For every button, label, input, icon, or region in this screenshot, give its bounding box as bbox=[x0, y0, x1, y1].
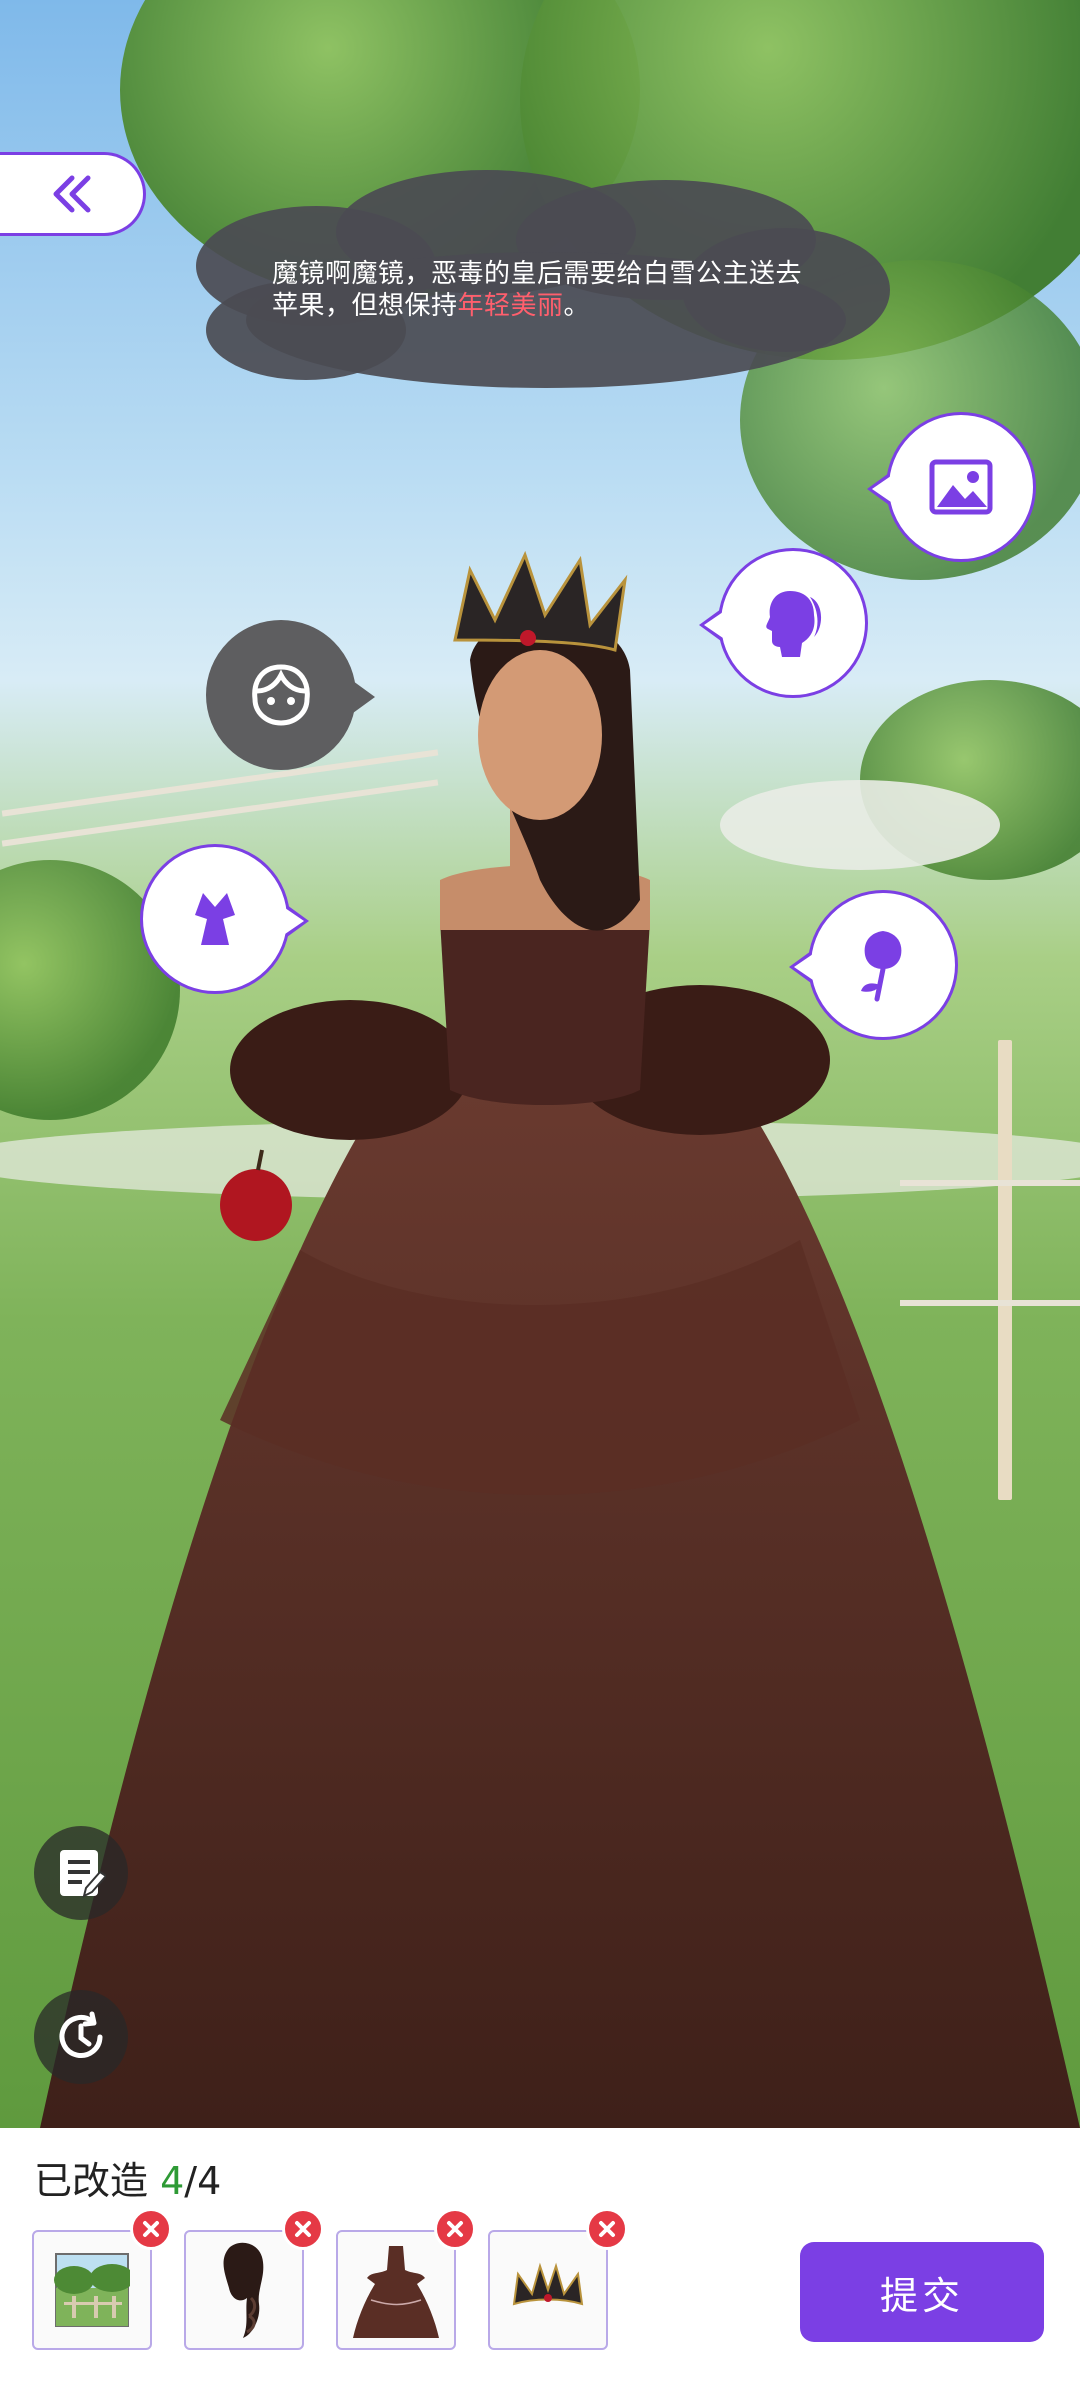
progress-title: 已改造 bbox=[34, 2159, 149, 2203]
selected-item-crown[interactable] bbox=[488, 2230, 608, 2350]
crown-jewel bbox=[520, 630, 536, 646]
close-icon bbox=[143, 2221, 159, 2237]
apple-stem bbox=[256, 1149, 264, 1171]
crown bbox=[453, 550, 628, 652]
girl-face-icon bbox=[252, 664, 310, 726]
category-face-button[interactable] bbox=[206, 620, 375, 770]
face bbox=[478, 650, 602, 820]
close-icon bbox=[599, 2221, 615, 2237]
category-outfit-button[interactable] bbox=[140, 844, 309, 994]
bodice bbox=[440, 905, 650, 1105]
notepad-icon bbox=[60, 1850, 106, 1898]
double-chevron-left-icon bbox=[53, 175, 90, 213]
narration-highlight: 年轻美丽 bbox=[457, 291, 564, 321]
remove-crown-button[interactable] bbox=[586, 2208, 628, 2250]
clock-history-icon bbox=[59, 2011, 103, 2058]
gown bbox=[40, 1040, 1080, 2128]
feather-stole-left bbox=[230, 1000, 470, 1140]
brown-gown-thumbnail bbox=[353, 2246, 439, 2338]
notes-button[interactable] bbox=[34, 1826, 128, 1920]
remove-hair-button[interactable] bbox=[282, 2208, 324, 2250]
braided-hair-thumbnail bbox=[223, 2242, 264, 2338]
progress-separator: / bbox=[184, 2159, 198, 2203]
submit-button[interactable]: 提交 bbox=[800, 2242, 1044, 2342]
progress-label: 已改造 4/4 bbox=[34, 2150, 221, 2205]
selected-item-background[interactable] bbox=[32, 2230, 152, 2350]
apple bbox=[220, 1169, 292, 1241]
rose-icon bbox=[861, 931, 902, 1002]
character-illustration bbox=[40, 550, 1080, 2128]
selected-item-dress[interactable] bbox=[336, 2230, 456, 2350]
remove-dress-button[interactable] bbox=[434, 2208, 476, 2250]
history-button[interactable] bbox=[34, 1990, 128, 2084]
ponytail-profile-icon bbox=[766, 591, 822, 657]
progress-current: 4 bbox=[160, 2159, 185, 2203]
narration-bubble: 魔镜啊魔镜，恶毒的皇后需要给白雪公主送去苹果，但想保持年轻美丽。 bbox=[186, 170, 894, 394]
dress-icon bbox=[195, 893, 235, 945]
meadow-background-thumbnail bbox=[54, 2253, 130, 2327]
selected-item-hair[interactable] bbox=[184, 2230, 304, 2350]
category-background-button[interactable] bbox=[867, 412, 1036, 562]
remove-background-button[interactable] bbox=[130, 2208, 172, 2250]
back-button[interactable] bbox=[0, 152, 146, 236]
category-hair-button[interactable] bbox=[699, 548, 868, 698]
category-accessory-button[interactable] bbox=[789, 890, 958, 1040]
narration-text: 魔镜啊魔镜，恶毒的皇后需要给白雪公主送去苹果，但想保持年轻美丽。 bbox=[272, 259, 803, 321]
dark-crown-thumbnail bbox=[512, 2262, 584, 2306]
close-icon bbox=[295, 2221, 311, 2237]
close-icon bbox=[447, 2221, 463, 2237]
progress-total: 4 bbox=[197, 2159, 222, 2203]
picture-icon bbox=[929, 459, 993, 515]
